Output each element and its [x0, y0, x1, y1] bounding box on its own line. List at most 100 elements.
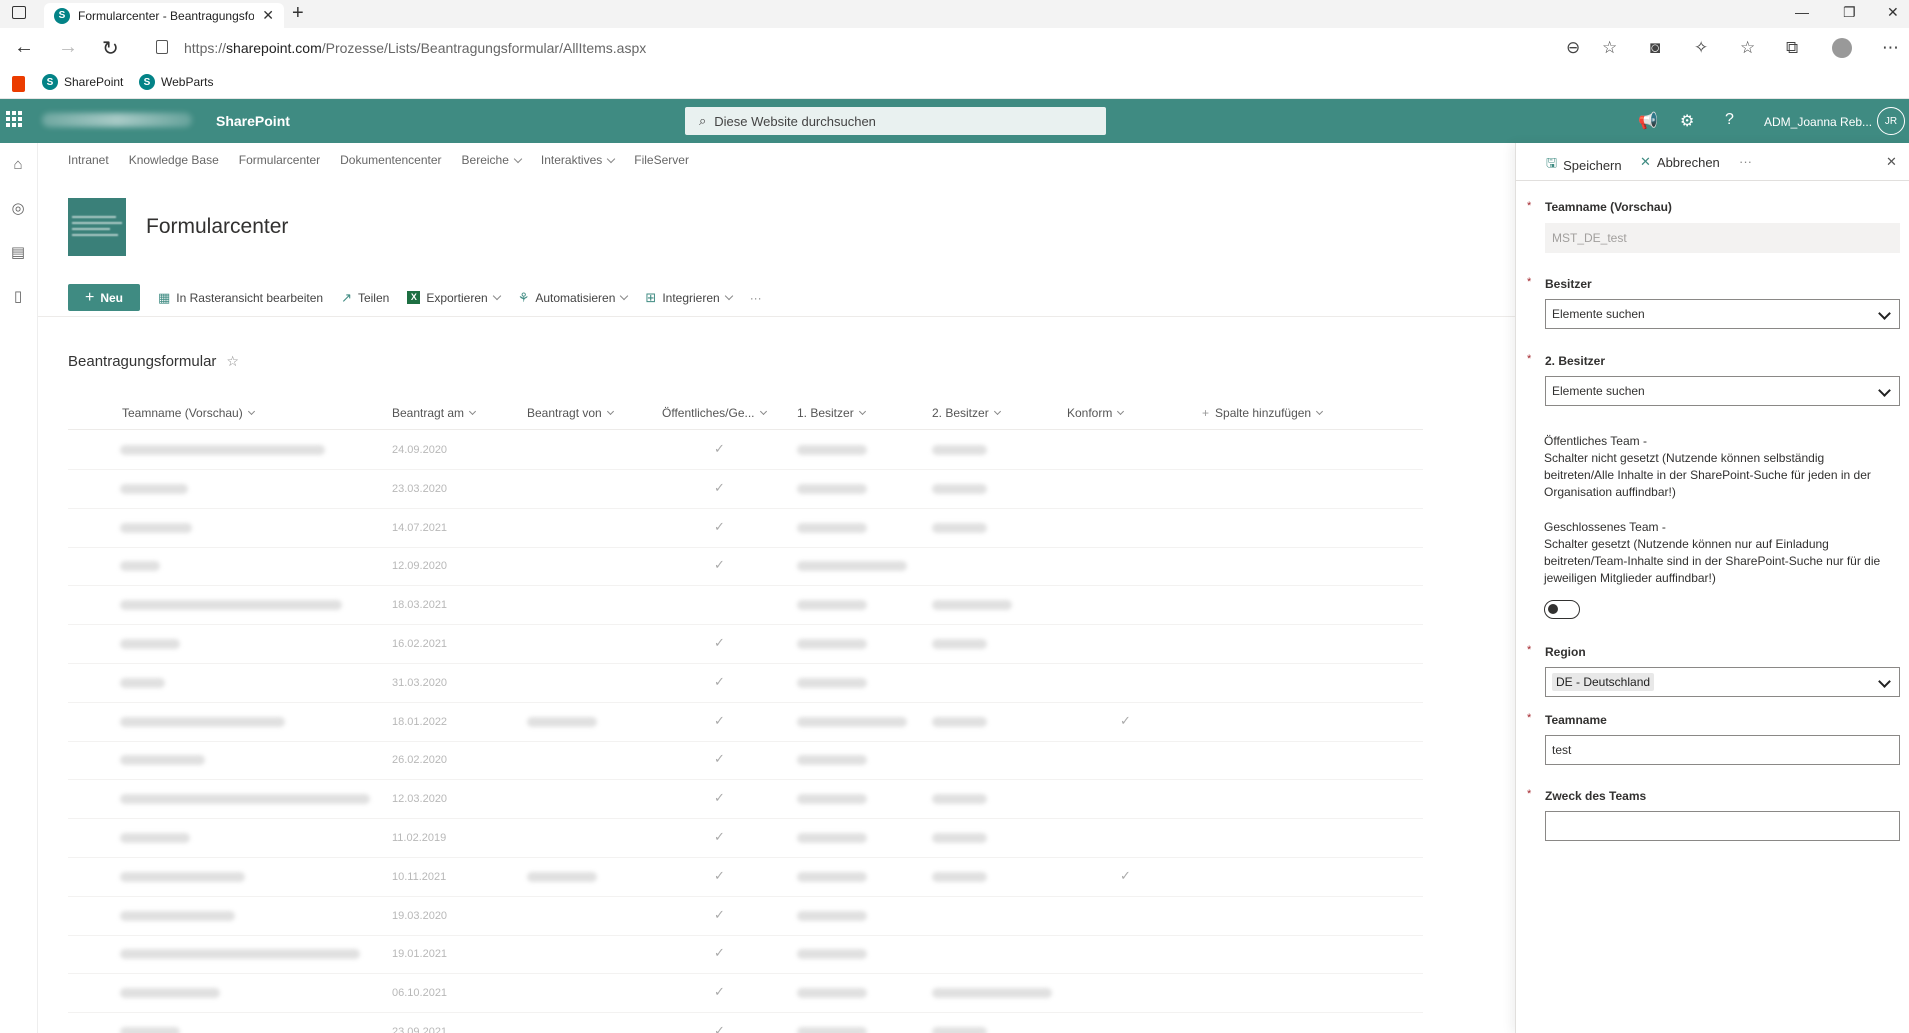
camera-icon[interactable]: ◙	[1650, 38, 1660, 58]
user-name[interactable]: ADM_Joanna Reb...	[1764, 115, 1872, 129]
column-header-konform[interactable]: Konform	[1067, 406, 1125, 420]
grid-edit-button[interactable]: ▦ In Rasteransicht bearbeiten	[158, 290, 323, 306]
teamname-cell-redacted[interactable]	[120, 561, 160, 572]
favorite-add-icon[interactable]: ☆	[1602, 38, 1617, 58]
app-name[interactable]: SharePoint	[216, 113, 290, 129]
teamname-cell-redacted[interactable]	[120, 755, 205, 766]
refresh-icon[interactable]: ↻	[102, 36, 119, 61]
table-row[interactable]: 23.03.2020 ✓	[68, 470, 1423, 509]
office-icon[interactable]	[12, 76, 25, 92]
megaphone-icon[interactable]: 📢	[1638, 111, 1658, 131]
integrate-button[interactable]: ⊞ Integrieren	[645, 290, 733, 306]
nav-item-interaktives[interactable]: Interaktives	[541, 153, 616, 167]
chevron-down-icon[interactable]	[1878, 675, 1891, 688]
chevron-down-icon[interactable]	[1878, 384, 1891, 397]
teamname-cell-redacted[interactable]	[120, 949, 360, 960]
table-row[interactable]: 31.03.2020 ✓	[68, 664, 1423, 703]
back-icon[interactable]: ←	[14, 36, 34, 59]
browser-tab[interactable]: S Formularcenter - Beantragungsfo ✕	[44, 3, 284, 28]
automate-button[interactable]: ⚘ Automatisieren	[518, 290, 629, 306]
nav-item-formularcenter[interactable]: Formularcenter	[239, 153, 320, 167]
table-row[interactable]: 10.11.2021 ✓ ✓	[68, 858, 1423, 897]
owner-picker[interactable]: Elemente suchen	[1545, 299, 1900, 329]
private-team-toggle[interactable]	[1544, 600, 1580, 619]
new-button[interactable]: + Neu	[68, 284, 140, 311]
table-row[interactable]: 19.03.2020 ✓	[68, 897, 1423, 936]
teamname-cell-redacted[interactable]	[120, 483, 188, 494]
site-search-box[interactable]: ⌕ Diese Website durchsuchen	[685, 107, 1106, 135]
nav-item-intranet[interactable]: Intranet	[68, 153, 109, 167]
teamname-cell-redacted[interactable]	[120, 1027, 180, 1033]
organization-logo[interactable]	[42, 113, 192, 127]
owner2-picker[interactable]: Elemente suchen	[1545, 376, 1900, 406]
table-row[interactable]: 23.09.2021 ✓	[68, 1013, 1423, 1033]
url-field[interactable]: https://sharepoint.com/Prozesse/Lists/Be…	[140, 32, 1600, 64]
table-row[interactable]: 19.01.2021 ✓	[68, 935, 1423, 975]
teamname-cell-redacted[interactable]	[120, 833, 190, 843]
collections-icon[interactable]: ⧉	[1786, 38, 1798, 58]
forward-icon[interactable]: →	[58, 36, 78, 59]
nav-item-bereiche[interactable]: Bereiche	[462, 153, 523, 167]
favorite-webparts[interactable]: S WebParts	[139, 74, 213, 90]
teamname-cell-redacted[interactable]	[120, 445, 325, 455]
app-launcher-icon[interactable]	[6, 111, 22, 127]
export-button[interactable]: X Exportieren	[407, 291, 501, 305]
column-header-besitzer-2[interactable]: 2. Besitzer	[932, 406, 1001, 420]
add-column-button[interactable]: + Spalte hinzufügen	[1202, 406, 1324, 420]
teamname-cell-redacted[interactable]	[120, 677, 165, 688]
column-header-besitzer-1[interactable]: 1. Besitzer	[797, 406, 866, 420]
news-icon[interactable]: ▤	[9, 243, 27, 261]
window-close-icon[interactable]: ✕	[1887, 4, 1899, 21]
table-row[interactable]: 18.01.2022 ✓ ✓	[68, 703, 1423, 742]
document-icon[interactable]: ▯	[9, 287, 27, 305]
share-button[interactable]: ↗ Teilen	[341, 290, 389, 306]
teamname-cell-redacted[interactable]	[120, 716, 285, 727]
star-icon[interactable]: ☆	[226, 353, 239, 370]
minimize-icon[interactable]: —	[1795, 4, 1809, 20]
save-button[interactable]: 🖫 Speichern	[1546, 154, 1622, 176]
nav-item-knowledge-base[interactable]: Knowledge Base	[129, 153, 219, 167]
home-icon[interactable]: ⌂	[9, 156, 27, 174]
column-header-beantragt-von[interactable]: Beantragt von	[527, 406, 614, 420]
zoom-icon[interactable]: ⊖	[1566, 38, 1580, 58]
restore-icon[interactable]: ❐	[1843, 4, 1856, 21]
teamname-cell-redacted[interactable]	[120, 794, 370, 805]
more-commands-button[interactable]: ···	[750, 291, 762, 305]
nav-item-dokumentencenter[interactable]: Dokumentencenter	[340, 153, 441, 167]
site-title[interactable]: Formularcenter	[146, 215, 288, 239]
browser-menu-icon[interactable]: ⋯	[1882, 38, 1899, 58]
teamname-cell-redacted[interactable]	[120, 639, 180, 649]
column-header-teamname[interactable]: Teamname (Vorschau)	[122, 406, 255, 420]
favorite-sharepoint[interactable]: S SharePoint	[42, 74, 123, 90]
profile-icon[interactable]	[1832, 38, 1852, 58]
favorites-icon[interactable]: ☆	[1740, 38, 1755, 58]
avatar[interactable]: JR	[1877, 107, 1905, 135]
panel-more-button[interactable]: ···	[1739, 154, 1752, 169]
chevron-down-icon[interactable]	[1878, 307, 1891, 320]
purpose-input[interactable]	[1545, 811, 1900, 841]
panel-close-icon[interactable]: ✕	[1886, 154, 1897, 170]
table-row[interactable]: 16.02.2021 ✓	[68, 625, 1423, 664]
column-header-oeffentlich[interactable]: Öffentliches/Ge...	[662, 406, 767, 420]
table-row[interactable]: 18.03.2021	[68, 586, 1423, 626]
region-dropdown[interactable]: DE - Deutschland	[1545, 667, 1900, 697]
table-row[interactable]: 24.09.2020 ✓	[68, 431, 1423, 470]
table-row[interactable]: 12.03.2020 ✓	[68, 780, 1423, 820]
table-row[interactable]: 11.02.2019 ✓	[68, 819, 1423, 858]
teamname-cell-redacted[interactable]	[120, 600, 342, 611]
table-row[interactable]: 26.02.2020 ✓	[68, 741, 1423, 781]
globe-icon[interactable]: ◎	[9, 199, 27, 217]
new-tab-icon[interactable]: +	[292, 2, 304, 25]
teamname-input[interactable]: test	[1545, 735, 1900, 765]
table-row[interactable]: 12.09.2020 ✓	[68, 547, 1423, 587]
tab-close-icon[interactable]: ✕	[262, 7, 274, 24]
column-header-beantragt-am[interactable]: Beantragt am	[392, 406, 477, 420]
cancel-button[interactable]: ✕ Abbrechen	[1640, 154, 1720, 170]
gear-icon[interactable]: ⚙	[1680, 111, 1694, 131]
table-row[interactable]: 14.07.2021 ✓	[68, 509, 1423, 548]
teamname-cell-redacted[interactable]	[120, 910, 235, 921]
teamname-cell-redacted[interactable]	[120, 522, 192, 533]
site-logo[interactable]	[68, 198, 126, 256]
help-icon[interactable]: ?	[1725, 111, 1734, 129]
teamname-cell-redacted[interactable]	[120, 871, 245, 882]
